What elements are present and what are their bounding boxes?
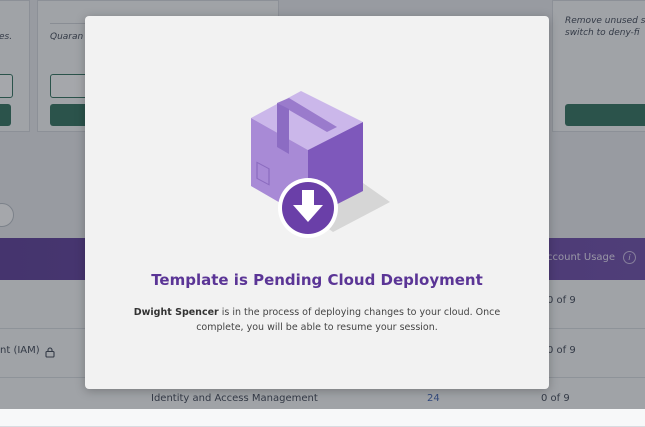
pending-deployment-modal: Template is Pending Cloud Deployment Dwi…: [85, 16, 549, 389]
modal-message-text: is in the process of deploying changes t…: [196, 307, 501, 333]
modal-message: Dwight Spencer is in the process of depl…: [125, 305, 509, 335]
user-name: Dwight Spencer: [133, 307, 219, 318]
modal-title: Template is Pending Cloud Deployment: [151, 271, 483, 289]
package-download-icon: [245, 84, 395, 248]
